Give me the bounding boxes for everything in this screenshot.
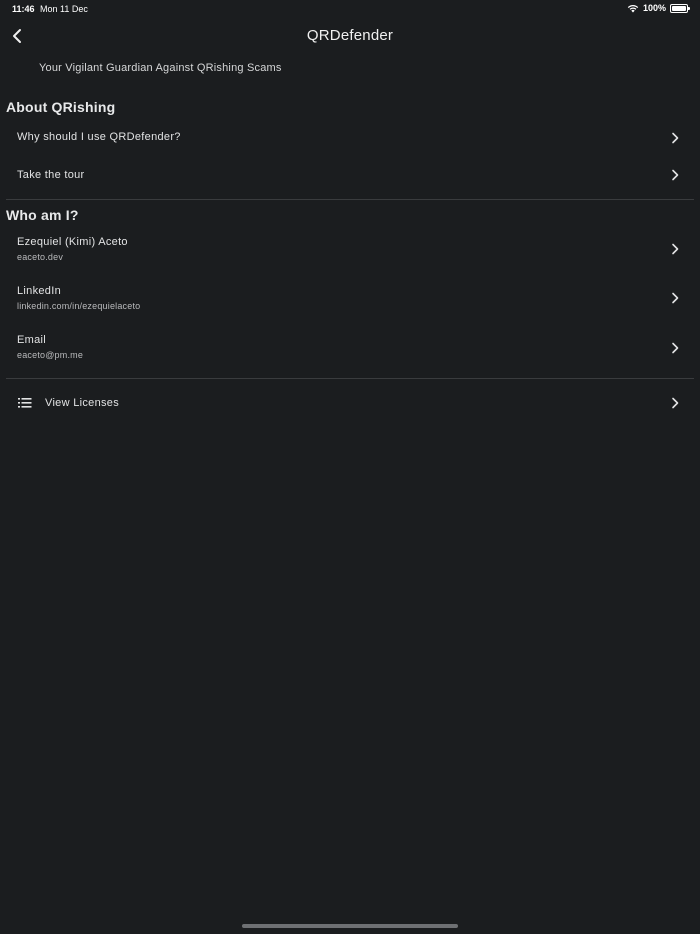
chevron-right-icon xyxy=(672,169,679,181)
section-header-who: Who am I? xyxy=(6,207,79,223)
battery-percent: 100% xyxy=(642,3,666,13)
row-title: Ezequiel (Kimi) Aceto xyxy=(17,236,128,248)
wifi-icon xyxy=(627,4,639,12)
chevron-right-icon xyxy=(672,397,679,409)
row-title: Take the tour xyxy=(17,169,85,181)
row-title: LinkedIn xyxy=(17,285,61,297)
row-subtitle: linkedin.com/in/ezequielaceto xyxy=(17,301,141,311)
row-email[interactable]: Email eaceto@pm.me xyxy=(6,328,694,368)
status-date: Mon 11 Dec xyxy=(40,4,88,14)
list-icon xyxy=(18,398,32,408)
chevron-right-icon xyxy=(672,132,679,144)
app-tagline: Your Vigilant Guardian Against QRishing … xyxy=(39,62,282,74)
row-take-tour[interactable]: Take the tour xyxy=(6,158,694,194)
row-linkedin[interactable]: LinkedIn linkedin.com/in/ezequielaceto xyxy=(6,279,694,319)
home-indicator[interactable] xyxy=(242,924,458,928)
page-title: QRDefender xyxy=(306,27,394,44)
chevron-right-icon xyxy=(672,243,679,255)
row-why-use[interactable]: Why should I use QRDefender? xyxy=(6,120,694,156)
status-time: 11:46 xyxy=(12,4,35,14)
status-bar: 11:46 Mon 11 Dec 100% xyxy=(0,0,700,18)
view-licenses-button[interactable]: View Licenses xyxy=(6,389,694,417)
row-title: Email xyxy=(17,334,47,346)
battery-icon xyxy=(670,3,690,13)
nav-bar: QRDefender xyxy=(0,18,700,54)
row-author[interactable]: Ezequiel (Kimi) Aceto eaceto.dev xyxy=(6,230,694,270)
divider xyxy=(6,378,694,379)
chevron-right-icon xyxy=(672,342,679,354)
row-subtitle: eaceto@pm.me xyxy=(17,350,84,360)
row-title: Why should I use QRDefender? xyxy=(17,131,181,143)
divider xyxy=(6,199,694,200)
chevron-right-icon xyxy=(672,292,679,304)
screen: 11:46 Mon 11 Dec 100% QRDefender Your Vi… xyxy=(0,0,700,934)
section-header-about: About QRishing xyxy=(6,99,116,115)
status-right: 100% xyxy=(627,3,690,13)
licenses-label: View Licenses xyxy=(45,397,120,409)
row-subtitle: eaceto.dev xyxy=(17,252,64,262)
